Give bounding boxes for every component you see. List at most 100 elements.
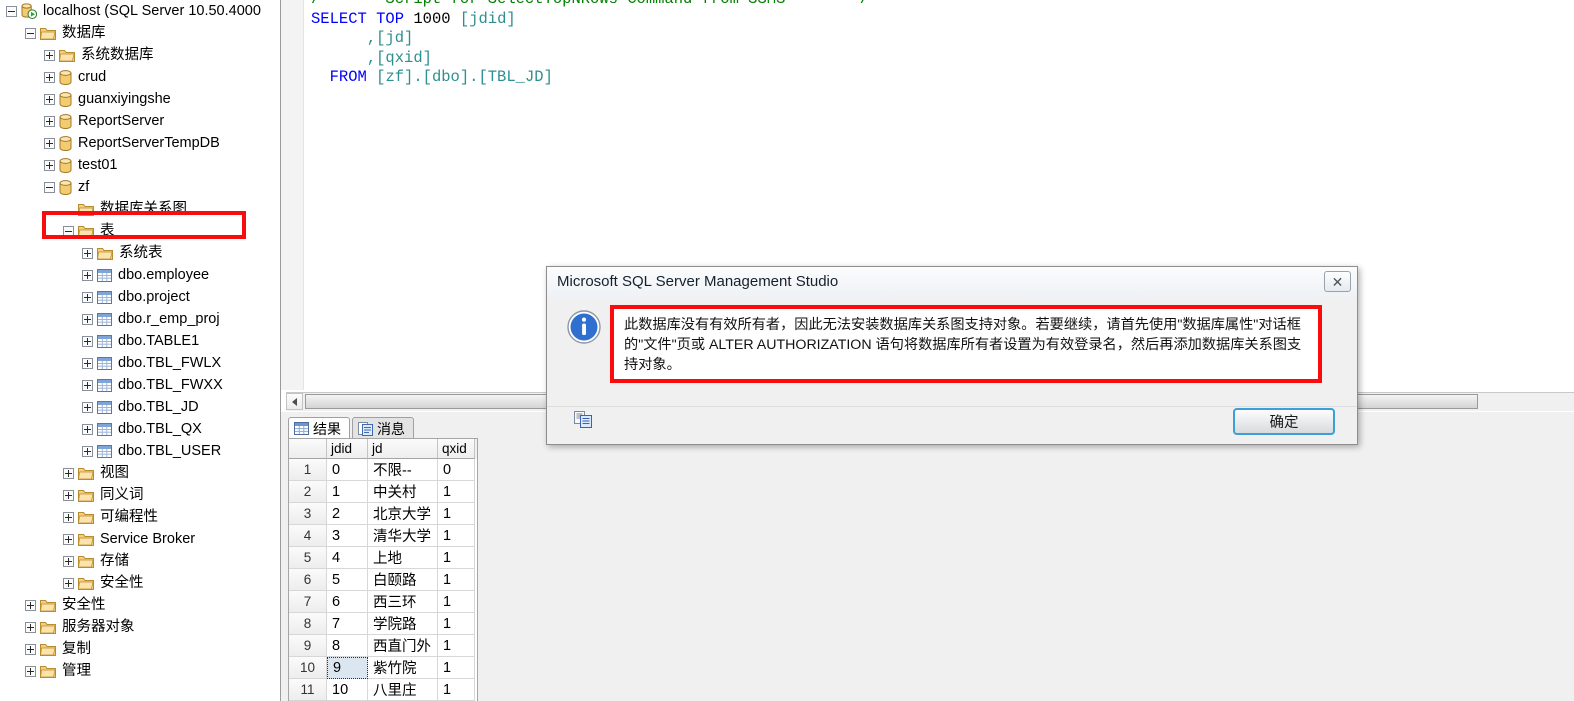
cell-qxid[interactable]: 1 bbox=[438, 525, 475, 547]
cell-qxid[interactable]: 0 bbox=[438, 459, 475, 481]
row-number[interactable]: 9 bbox=[289, 635, 327, 657]
tree-item-9[interactable]: 数据库关系图 bbox=[0, 198, 280, 220]
expand-icon[interactable] bbox=[44, 93, 55, 105]
tree-item-21[interactable]: 视图 bbox=[0, 462, 280, 484]
tab-messages[interactable]: 消息 bbox=[352, 417, 414, 439]
expand-icon[interactable] bbox=[44, 159, 55, 171]
cell-jdid[interactable]: 10 bbox=[327, 679, 368, 701]
copy-to-clipboard-icon[interactable] bbox=[574, 411, 592, 428]
table-row[interactable]: 8 7 学院路 1 bbox=[289, 613, 477, 635]
sql-code-text[interactable]: /****** Script for SelectTopNRows Comman… bbox=[311, 0, 869, 88]
cell-jdid[interactable]: 3 bbox=[327, 525, 368, 547]
table-row[interactable]: 2 1 中关村 1 bbox=[289, 481, 477, 503]
tree-item-19[interactable]: dbo.TBL_QX bbox=[0, 418, 280, 440]
tree-item-18[interactable]: dbo.TBL_JD bbox=[0, 396, 280, 418]
tab-results[interactable]: 结果 bbox=[288, 417, 350, 439]
expand-icon[interactable] bbox=[25, 665, 36, 677]
results-grid[interactable]: jdid jd qxid 1 0 不限-- 0 2 1 中关村 1 3 2 北京大学 1 4 3 清华大学 1 5 4… bbox=[288, 438, 478, 701]
expand-icon[interactable] bbox=[82, 335, 93, 347]
scroll-left-arrow-icon[interactable] bbox=[286, 393, 303, 410]
row-number[interactable]: 5 bbox=[289, 547, 327, 569]
tree-item-5[interactable]: ReportServer bbox=[0, 110, 280, 132]
tree-item-12[interactable]: dbo.employee bbox=[0, 264, 280, 286]
close-icon[interactable]: ✕ bbox=[1324, 271, 1351, 292]
tree-item-24[interactable]: Service Broker bbox=[0, 528, 280, 550]
cell-jd[interactable]: 不限-- bbox=[368, 459, 438, 481]
collapse-icon[interactable] bbox=[63, 225, 74, 237]
cell-jdid[interactable]: 0 bbox=[327, 459, 368, 481]
tree-item-27[interactable]: 安全性 bbox=[0, 594, 280, 616]
table-row[interactable]: 5 4 上地 1 bbox=[289, 547, 477, 569]
cell-qxid[interactable]: 1 bbox=[438, 481, 475, 503]
table-row[interactable]: 11 10 八里庄 1 bbox=[289, 679, 477, 701]
row-number[interactable]: 7 bbox=[289, 591, 327, 613]
cell-jdid[interactable]: 8 bbox=[327, 635, 368, 657]
tree-item-26[interactable]: 安全性 bbox=[0, 572, 280, 594]
tree-item-7[interactable]: test01 bbox=[0, 154, 280, 176]
error-dialog[interactable]: Microsoft SQL Server Management Studio ✕… bbox=[546, 266, 1358, 445]
expand-icon[interactable] bbox=[82, 401, 93, 413]
tree-item-15[interactable]: dbo.TABLE1 bbox=[0, 330, 280, 352]
cell-qxid[interactable]: 1 bbox=[438, 591, 475, 613]
tree-item-1[interactable]: 数据库 bbox=[0, 22, 280, 44]
row-number-header[interactable] bbox=[289, 439, 327, 459]
expand-icon[interactable] bbox=[82, 357, 93, 369]
cell-jd[interactable]: 八里庄 bbox=[368, 679, 438, 701]
cell-jd[interactable]: 西三环 bbox=[368, 591, 438, 613]
table-row[interactable]: 3 2 北京大学 1 bbox=[289, 503, 477, 525]
row-number[interactable]: 2 bbox=[289, 481, 327, 503]
row-number[interactable]: 11 bbox=[289, 679, 327, 701]
expand-icon[interactable] bbox=[44, 137, 55, 149]
expand-icon[interactable] bbox=[63, 577, 74, 589]
cell-qxid[interactable]: 1 bbox=[438, 679, 475, 701]
collapse-icon[interactable] bbox=[6, 5, 17, 17]
expand-icon[interactable] bbox=[82, 379, 93, 391]
expand-icon[interactable] bbox=[82, 445, 93, 457]
cell-jdid[interactable]: 1 bbox=[327, 481, 368, 503]
tree-item-29[interactable]: 复制 bbox=[0, 638, 280, 660]
tree-item-30[interactable]: 管理 bbox=[0, 660, 280, 682]
collapse-icon[interactable] bbox=[25, 27, 36, 39]
row-number[interactable]: 10 bbox=[289, 657, 327, 679]
cell-qxid[interactable]: 1 bbox=[438, 635, 475, 657]
tree-item-8[interactable]: zf bbox=[0, 176, 280, 198]
table-row[interactable]: 4 3 清华大学 1 bbox=[289, 525, 477, 547]
expand-icon[interactable] bbox=[82, 423, 93, 435]
cell-jdid[interactable]: 6 bbox=[327, 591, 368, 613]
cell-jd[interactable]: 中关村 bbox=[368, 481, 438, 503]
table-row[interactable]: 9 8 西直门外 1 bbox=[289, 635, 477, 657]
cell-qxid[interactable]: 1 bbox=[438, 613, 475, 635]
cell-jd[interactable]: 北京大学 bbox=[368, 503, 438, 525]
expand-icon[interactable] bbox=[82, 247, 93, 259]
cell-jdid[interactable]: 4 bbox=[327, 547, 368, 569]
row-number[interactable]: 6 bbox=[289, 569, 327, 591]
tree-item-20[interactable]: dbo.TBL_USER bbox=[0, 440, 280, 462]
column-header-jdid[interactable]: jdid bbox=[327, 439, 368, 459]
tree-item-2[interactable]: 系统数据库 bbox=[0, 44, 280, 66]
tree-item-23[interactable]: 可编程性 bbox=[0, 506, 280, 528]
expand-icon[interactable] bbox=[25, 643, 36, 655]
tree-item-10[interactable]: 表 bbox=[0, 220, 280, 242]
results-grid-body[interactable]: 1 0 不限-- 0 2 1 中关村 1 3 2 北京大学 1 4 3 清华大学 1 5 4 上地 1 6 5 白颐路 1 7 6… bbox=[289, 459, 477, 701]
cell-jdid[interactable]: 2 bbox=[327, 503, 368, 525]
tree-item-25[interactable]: 存储 bbox=[0, 550, 280, 572]
cell-jd[interactable]: 紫竹院 bbox=[368, 657, 438, 679]
row-number[interactable]: 3 bbox=[289, 503, 327, 525]
cell-jdid[interactable]: 7 bbox=[327, 613, 368, 635]
tree-item-13[interactable]: dbo.project bbox=[0, 286, 280, 308]
table-row[interactable]: 1 0 不限-- 0 bbox=[289, 459, 477, 481]
expand-icon[interactable] bbox=[44, 49, 55, 61]
tree-item-14[interactable]: dbo.r_emp_proj bbox=[0, 308, 280, 330]
cell-qxid[interactable]: 1 bbox=[438, 547, 475, 569]
tree-item-3[interactable]: crud bbox=[0, 66, 280, 88]
expand-icon[interactable] bbox=[63, 511, 74, 523]
cell-jd[interactable]: 上地 bbox=[368, 547, 438, 569]
tree-item-11[interactable]: 系统表 bbox=[0, 242, 280, 264]
expand-icon[interactable] bbox=[63, 555, 74, 567]
expand-icon[interactable] bbox=[63, 533, 74, 545]
row-number[interactable]: 1 bbox=[289, 459, 327, 481]
expand-icon[interactable] bbox=[25, 599, 36, 611]
cell-qxid[interactable]: 1 bbox=[438, 569, 475, 591]
cell-jdid[interactable]: 5 bbox=[327, 569, 368, 591]
collapse-icon[interactable] bbox=[44, 181, 55, 193]
